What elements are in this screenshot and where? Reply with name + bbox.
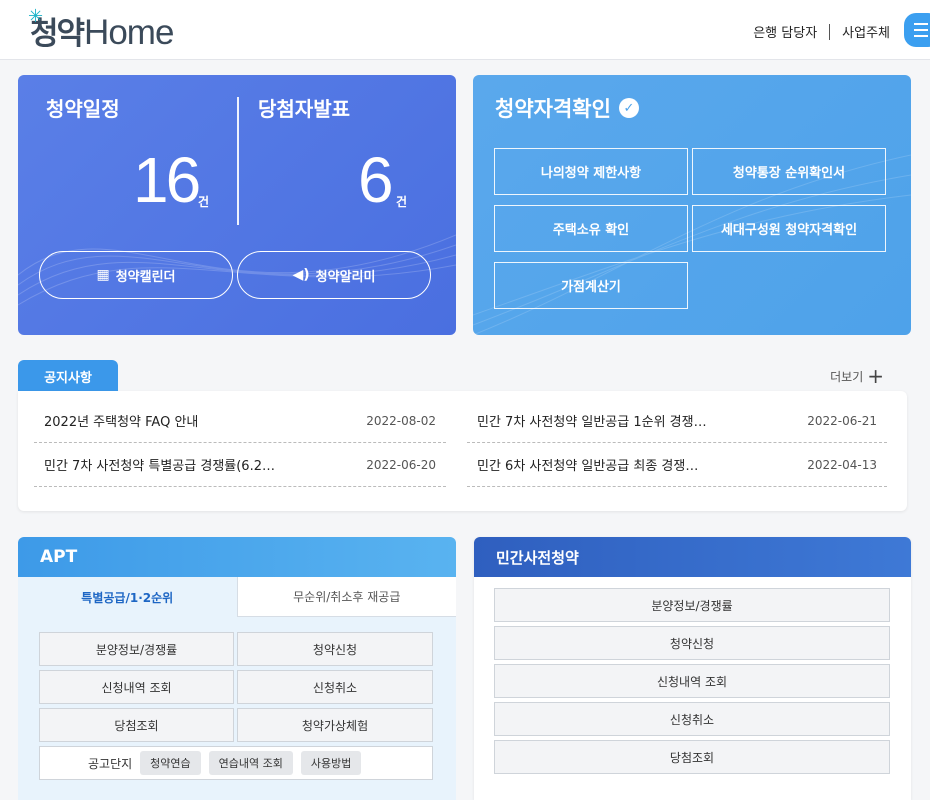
notice-date: 2022-06-21 [807, 413, 877, 428]
notice-title: 2022년 주택청약 FAQ 안내 [44, 415, 199, 430]
household-qualification-button[interactable]: 세대구성원 청약자격확인 [692, 205, 886, 252]
hamburger-menu-icon[interactable] [904, 13, 930, 47]
virtual-experience-button[interactable]: 청약가상체험 [237, 708, 433, 742]
list-item[interactable]: 민간 6차 사전청약 일반공급 최종 경쟁… 2022-04-13 [467, 443, 887, 487]
schedule-unit: 건 [198, 195, 210, 209]
header-links: 은행 담당자 사업주체 [753, 22, 890, 41]
apt-title: APT [18, 537, 456, 577]
check-icon: ✓ [618, 98, 639, 118]
alarm-button[interactable]: ◀) 청약알리미 [237, 251, 431, 299]
bank-manager-link[interactable]: 은행 담당자 [753, 22, 817, 41]
notice-date: 2022-04-13 [807, 457, 877, 472]
winners-unit: 건 [396, 195, 408, 209]
schedule-title[interactable]: 청약일정 [46, 93, 120, 122]
logo-english: Home [84, 13, 174, 52]
list-item[interactable]: 민간 7차 사전청약 일반공급 1순위 경쟁… 2022-06-21 [467, 399, 887, 443]
apt-panel: APT 특별공급/1·2순위 무순위/취소후 재공급 분양정보/경쟁률 청약신청… [18, 537, 456, 800]
notice-title: 민간 6차 사전청약 일반공급 최종 경쟁… [477, 459, 699, 474]
alarm-button-label: 청약알리미 [315, 269, 376, 285]
speaker-icon: ◀) [292, 267, 310, 283]
practice-history-button[interactable]: 연습내역 조회 [208, 751, 293, 775]
how-to-use-button[interactable]: 사용방법 [300, 751, 362, 775]
tab-special-supply[interactable]: 특별공급/1·2순위 [18, 577, 237, 617]
cancel-application-button[interactable]: 신청취소 [237, 670, 433, 704]
house-ownership-button[interactable]: 주택소유 확인 [494, 205, 688, 252]
schedule-panel: 청약일정 16 건 당첨자발표 6 건 ▦ 청약캘린더 ◀) 청약알리미 [18, 75, 456, 335]
notice-title: 민간 7차 사전청약 일반공급 1순위 경쟁… [477, 415, 707, 430]
winners-count[interactable]: 6 [358, 143, 394, 217]
apt-tabs: 특별공급/1·2순위 무순위/취소후 재공급 [18, 577, 456, 617]
logo[interactable]: ✳ 청약 Home [28, 6, 174, 52]
calendar-button-label: 청약캘린더 [115, 269, 176, 285]
practice-button[interactable]: 청약연습 [140, 751, 201, 775]
business-entity-link[interactable]: 사업주체 [842, 22, 890, 41]
notice-title: 민간 7차 사전청약 특별공급 경쟁률(6.2… [44, 459, 275, 474]
winner-lookup-button[interactable]: 당첨조회 [39, 708, 234, 742]
my-restrictions-button[interactable]: 나의청약 제한사항 [494, 148, 688, 195]
tab-unranked-resupply[interactable]: 무순위/취소후 재공급 [236, 577, 456, 617]
apply-button[interactable]: 청약신청 [237, 632, 433, 666]
schedule-count[interactable]: 16 [133, 143, 201, 217]
notice-date: 2022-06-20 [366, 457, 436, 472]
divider [829, 23, 831, 40]
application-history-button[interactable]: 신청내역 조회 [494, 664, 890, 698]
logo-korean: ✳ 청약 [28, 6, 85, 52]
sale-info-button[interactable]: 분양정보/경쟁률 [39, 632, 234, 666]
list-item[interactable]: 민간 7차 사전청약 특별공급 경쟁률(6.2… 2022-06-20 [34, 443, 446, 487]
complex-row: 공고단지 청약연습 연습내역 조회 사용방법 [39, 746, 433, 780]
calendar-icon: ▦ [96, 267, 110, 283]
apply-button[interactable]: 청약신청 [494, 626, 890, 660]
private-panel: 민간사전청약 분양정보/경쟁률 청약신청 신청내역 조회 신청취소 당첨조회 [474, 537, 911, 800]
plus-icon: + [867, 364, 884, 388]
more-link[interactable]: 더보기 + [830, 366, 884, 386]
winner-lookup-button[interactable]: 당첨조회 [494, 740, 890, 774]
notice-list: 2022년 주택청약 FAQ 안내 2022-08-02 민간 7차 사전청약 … [18, 391, 907, 511]
divider [237, 97, 239, 225]
qualification-title: 청약자격확인 ✓ [495, 93, 639, 123]
more-label: 더보기 [830, 369, 864, 384]
star-icon: ✳ [28, 6, 43, 27]
application-history-button[interactable]: 신청내역 조회 [39, 670, 234, 704]
account-rank-button[interactable]: 청약통장 순위확인서 [692, 148, 886, 195]
calendar-button[interactable]: ▦ 청약캘린더 [39, 251, 233, 299]
cancel-application-button[interactable]: 신청취소 [494, 702, 890, 736]
private-title: 민간사전청약 [474, 537, 911, 577]
qualification-panel: 청약자격확인 ✓ 나의청약 제한사항 청약통장 순위확인서 주택소유 확인 세대… [473, 75, 911, 335]
list-item[interactable]: 2022년 주택청약 FAQ 안내 2022-08-02 [34, 399, 446, 443]
notice-tab[interactable]: 공지사항 [18, 360, 118, 392]
sale-info-button[interactable]: 분양정보/경쟁률 [494, 588, 890, 622]
complex-label: 공고단지 [88, 756, 133, 771]
winners-title[interactable]: 당첨자발표 [258, 93, 350, 122]
header: ✳ 청약 Home 은행 담당자 사업주체 [0, 0, 930, 60]
notice-date: 2022-08-02 [366, 413, 436, 428]
points-calculator-button[interactable]: 가점계산기 [494, 262, 688, 309]
